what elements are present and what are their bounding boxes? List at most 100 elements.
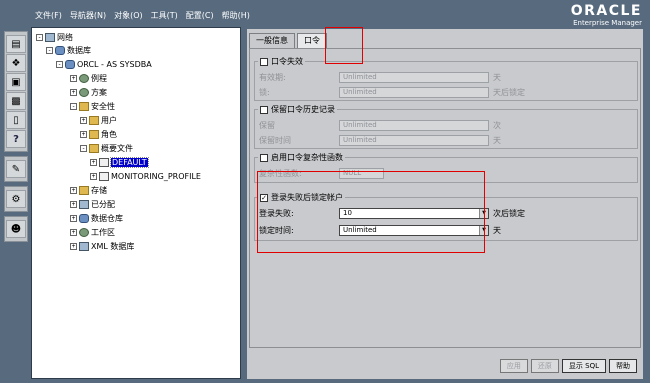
menu-object[interactable]: 对象(O) [114,10,143,21]
expand-icon[interactable]: + [70,229,77,236]
tree-node-distributed[interactable]: + 已分配 [70,198,115,211]
keep-field: Unlimited [339,119,489,131]
tree-node-db[interactable]: - ORCL - AS SYSDBA [56,58,152,71]
brand-product: Enterprise Manager [573,19,642,27]
main-menu: 文件(F) 导航器(N) 对象(O) 工具(T) 配置(C) 帮助(H) [35,10,250,21]
help-button[interactable]: 帮助 [609,359,637,373]
users-icon[interactable]: ☻ [6,220,26,238]
show-sql-button[interactable]: 显示 SQL [561,359,606,373]
folder-icon [89,130,99,139]
menu-help[interactable]: 帮助(H) [222,10,250,21]
collapse-icon[interactable]: - [36,34,43,41]
tree-node-instance[interactable]: + 例程 [70,72,107,85]
tree-node-roles[interactable]: + 角色 [80,128,117,141]
folder-icon [89,116,99,125]
menu-navigator[interactable]: 导航器(N) [70,10,106,21]
database-icon [65,60,75,69]
tree-node-network[interactable]: - 网络 [36,31,73,44]
collapse-icon[interactable]: - [46,47,53,54]
network-icon[interactable]: ▩ [6,92,26,110]
expand-icon[interactable]: + [70,215,77,222]
apply-button[interactable]: 应用 [499,359,528,373]
expire-header[interactable]: 口令失效 [258,56,305,67]
expand-icon[interactable]: + [90,159,97,166]
highlight-box-lock [257,171,485,253]
sql-worksheet-icon[interactable]: ✎ [6,160,26,178]
complexity-header[interactable]: 启用口令复杂性函数 [258,152,345,163]
tree-node-xmldb[interactable]: + XML 数据库 [70,240,134,253]
help-icon[interactable]: ? [6,130,26,148]
brand-name: ORACLE [570,3,642,19]
validity-unit: 天 [493,72,501,82]
failed-login-unit: 次后锁定 [493,208,525,218]
instance-icon [79,74,89,83]
expand-icon[interactable]: + [70,89,77,96]
keep-time-field: Unlimited [339,134,489,146]
cube-icon[interactable]: ▣ [6,73,26,91]
trash-icon[interactable]: ▯ [6,111,26,129]
lock-time-unit: 天 [493,225,501,235]
expire-title: 口令失效 [271,57,303,66]
menu-tools[interactable]: 工具(T) [151,10,178,21]
tree-label: 例程 [91,74,107,83]
tree-label: 用户 [101,116,117,125]
tree-label: DEFAULT [110,157,149,168]
keep-time-label: 保留时间 [259,135,291,145]
left-toolbar: ▤ ❖ ▣ ▩ ▯ ? ✎ ⚙ ☻ [4,31,28,246]
row-keep-time: 保留时间 Unlimited 天 [259,134,635,146]
lock-unit: 天后锁定 [493,87,525,97]
group-password-expire: 口令失效 有效期: Unlimited 天 锁: Unlimited 天后锁定 [254,56,638,101]
folder-icon [79,186,89,195]
puzzle-icon[interactable]: ❖ [6,54,26,72]
tree-label: XML 数据库 [91,242,135,251]
tree-label: 数据仓库 [91,214,123,223]
tree-node-storage[interactable]: + 存储 [70,184,107,197]
tree-label: ORCL - AS SYSDBA [77,60,152,69]
tree-node-security[interactable]: - 安全性 [70,100,115,113]
keep-unit: 次 [493,120,501,130]
expand-icon[interactable]: + [70,75,77,82]
tab-bar: 一般信息 口令 [249,33,329,48]
validity-label: 有效期: [259,72,286,82]
expand-icon[interactable]: + [80,131,87,138]
button-bar: 应用 还原 显示 SQL 帮助 [499,359,637,373]
property-panel: 一般信息 口令 口令失效 有效期: Unlimited 天 锁: Unlimit… [247,27,643,379]
workspace-icon [79,228,89,237]
expand-icon[interactable]: + [70,201,77,208]
tab-general[interactable]: 一般信息 [249,33,295,48]
tools-icon[interactable]: ⚙ [6,190,26,208]
complexity-checkbox[interactable] [260,153,268,162]
expand-icon[interactable]: + [80,117,87,124]
tree-node-workspace[interactable]: + 工作区 [70,226,115,239]
distributed-icon [79,200,89,209]
folder-icon[interactable]: ▤ [6,35,26,53]
collapse-icon[interactable]: - [80,145,87,152]
tree-label: 存储 [91,186,107,195]
collapse-icon[interactable]: - [70,103,77,110]
collapse-icon[interactable]: - [56,61,63,68]
history-checkbox[interactable] [260,105,268,114]
tree-label: 已分配 [91,200,115,209]
tree-label: 角色 [101,130,117,139]
expand-icon[interactable]: + [70,243,77,250]
tab-password[interactable]: 口令 [297,33,327,48]
expand-icon[interactable]: + [70,187,77,194]
expand-icon[interactable]: + [90,173,97,180]
toolbar-group-2: ✎ [4,156,28,182]
menu-config[interactable]: 配置(C) [186,10,214,21]
menu-file[interactable]: 文件(F) [35,10,62,21]
tree-node-profile-default[interactable]: + DEFAULT [90,156,149,169]
tree-node-users[interactable]: + 用户 [80,114,117,127]
history-header[interactable]: 保留口令历史记录 [258,104,337,115]
tree-node-warehouse[interactable]: + 数据仓库 [70,212,123,225]
tree-label: 数据库 [67,46,91,55]
tree-label: 网络 [57,33,73,42]
tree-node-profile-monitoring[interactable]: + MONITORING_PROFILE [90,170,201,183]
tree-node-profiles[interactable]: - 概要文件 [80,142,133,155]
tree-node-databases[interactable]: - 数据库 [46,44,91,57]
revert-button[interactable]: 还原 [530,359,559,373]
group-password-history: 保留口令历史记录 保留 Unlimited 次 保留时间 Unlimited 天 [254,104,638,149]
tree-node-schema[interactable]: + 方案 [70,86,107,99]
row-lock: 锁: Unlimited 天后锁定 [259,86,635,98]
expire-checkbox[interactable] [260,57,268,66]
